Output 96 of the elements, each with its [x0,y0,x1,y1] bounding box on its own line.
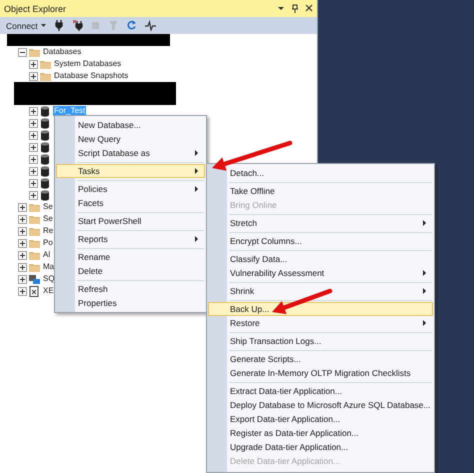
expand-icon[interactable] [29,166,38,176]
menu-item[interactable]: Export Data-tier Application... [208,412,433,426]
arrow [272,288,332,314]
menu-item[interactable]: Classify Data... [208,252,433,266]
tree-item[interactable]: Se [42,202,54,212]
menu-item[interactable]: Back Up... [208,302,433,316]
menu-item[interactable]: Detach... [208,166,433,180]
tree-item[interactable]: Ma [42,262,56,272]
caret-icon [40,23,46,28]
expand-icon[interactable] [29,178,38,188]
menu-item[interactable]: Restore [208,316,433,330]
submenu-arrow-icon [423,320,426,326]
menu-item[interactable]: Refresh [56,282,205,296]
tree-item[interactable]: XE [42,286,55,296]
submenu-arrow-icon [195,168,198,174]
expand-icon[interactable] [18,286,27,296]
folder-icon [29,238,40,248]
menu-item[interactable]: New Database... [56,118,205,132]
tree-item[interactable]: System Databases [53,59,122,69]
menu-item[interactable]: Rename [56,250,205,264]
menu-item[interactable]: Register as Data-tier Application... [208,426,433,440]
menu-item[interactable]: Shrink [208,284,433,298]
menu-item[interactable]: Stretch [208,216,433,230]
expand-icon[interactable] [18,250,27,260]
expand-icon[interactable] [18,274,27,284]
folder-icon [29,226,40,236]
submenu-arrow-icon [423,270,426,276]
expand-icon[interactable] [18,262,27,272]
menu-item[interactable]: Properties [56,296,205,310]
activity-icon[interactable] [144,20,156,31]
tree-item[interactable]: Re [42,226,54,236]
database-icon [40,178,51,188]
menu-item[interactable]: Generate In-Memory OLTP Migration Checklists [208,366,433,380]
folder-icon [29,250,40,260]
database-icon [40,190,51,200]
menu-item[interactable]: Deploy Database to Microsoft Azure SQL Database... [208,398,433,412]
tree-item[interactable]: SQ [42,274,56,284]
tree-item[interactable]: Al [42,250,52,260]
folder-icon [29,46,40,58]
folder-icon [29,214,40,224]
menu-item[interactable]: Encrypt Columns... [208,234,433,248]
tree-item[interactable]: Database Snapshots [53,71,130,81]
submenu-arrow-icon [195,186,198,192]
expand-icon[interactable] [29,118,38,128]
submenu-arrow-icon [423,220,426,226]
menu-item[interactable]: Extract Data-tier Application... [208,384,433,398]
menu-item[interactable]: Tasks [56,164,205,178]
database-icon [40,118,51,128]
menu-item[interactable]: Reports [56,232,205,246]
database-icon [40,106,51,116]
menu-item[interactable]: Policies [56,182,205,196]
expand-icon[interactable] [29,72,38,80]
submenu-arrow-icon [195,150,198,156]
collapse-icon[interactable] [18,48,27,56]
menu-item[interactable]: Start PowerShell [56,214,205,228]
tree-item[interactable]: Po [42,238,54,248]
menu-item[interactable]: Delete [56,264,205,278]
document-icon [29,286,40,296]
agent-icon [29,274,40,284]
expand-icon[interactable] [29,130,38,140]
submenu-arrow-icon [195,236,198,242]
connect-button[interactable]: Connect [4,20,48,30]
folder-icon [29,202,40,212]
expand-icon[interactable] [29,154,38,164]
expand-icon[interactable] [18,214,27,224]
pin-icon[interactable] [291,4,299,13]
folder-icon [40,70,51,82]
disconnect-icon[interactable] [72,20,84,31]
expand-icon[interactable] [29,60,38,68]
menu-item[interactable]: Take Offline [208,184,433,198]
submenu-arrow-icon [423,288,426,294]
panel-title: Object Explorer [4,4,68,14]
menu-item[interactable]: Facets [56,196,205,210]
database-icon [40,154,51,164]
folder-icon [40,58,51,70]
expand-icon[interactable] [18,238,27,248]
expand-icon[interactable] [18,202,27,212]
menu-item[interactable]: Upgrade Data-tier Application... [208,440,433,454]
menu-item[interactable]: New Query [56,132,205,146]
tree-item[interactable]: Databases [42,47,82,57]
tree-item[interactable]: Se [42,214,54,224]
database-icon [40,130,51,140]
menu-item[interactable]: Vulnerability Assessment [208,266,433,280]
close-icon[interactable] [305,4,313,13]
menu-item[interactable]: Ship Transaction Logs... [208,334,433,348]
expand-icon[interactable] [29,142,38,152]
database-icon [40,142,51,152]
refresh-icon[interactable] [126,20,138,31]
database-icon [40,166,51,176]
expand-icon[interactable] [18,226,27,236]
expand-icon[interactable] [29,190,38,200]
expand-icon[interactable] [29,106,38,116]
dropdown-icon[interactable] [277,4,285,13]
folder-icon [29,262,40,272]
menu-item[interactable]: Script Database as [56,146,205,160]
menu-item[interactable]: Generate Scripts... [208,352,433,366]
